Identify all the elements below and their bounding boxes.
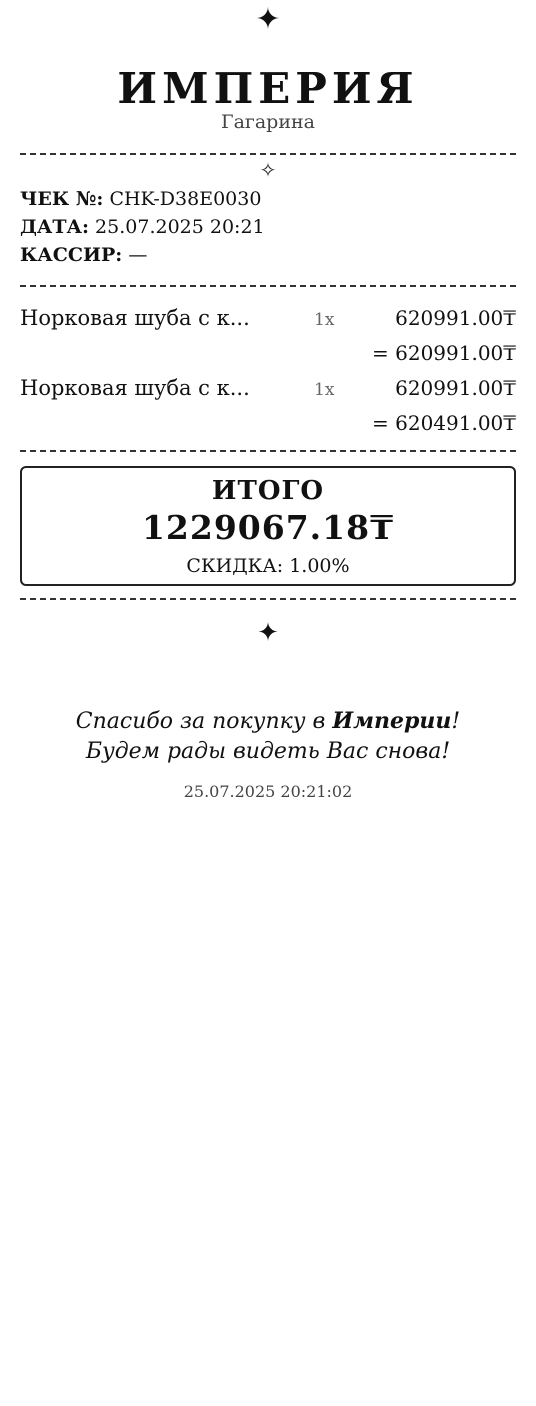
total-box: ИТОГО 1229067.18₸ СКИДКА: 1.00% (20, 466, 516, 586)
item-sum: = 620491.00₸ (372, 411, 516, 435)
thank-you-message: Спасибо за покупку в Империи! Будем рады… (20, 706, 516, 767)
divider (20, 598, 516, 600)
item-quantity: 1x (314, 310, 335, 330)
date-label: ДАТА: (20, 216, 89, 238)
thanks-brand: Империи (332, 708, 452, 734)
cashier-label: КАССИР: (20, 244, 123, 266)
see-again-line: Будем рады видеть Вас снова! (85, 739, 451, 764)
cashier-row: КАССИР: — (20, 241, 516, 269)
item-sum: = 620991.00₸ (372, 341, 516, 365)
date-value: 25.07.2025 20:21 (95, 216, 265, 238)
item-quantity: 1x (314, 380, 335, 400)
check-number-value: CHK-D38E0030 (109, 188, 262, 210)
receipt: ✦ ИМПЕРИЯ Гагарина ✧ ЧЕК №: CHK-D38E0030… (20, 0, 516, 802)
store-name: ИМПЕРИЯ (117, 64, 419, 113)
item-price: 620991.00₸ (395, 306, 516, 330)
divider (20, 153, 516, 155)
print-timestamp: 25.07.2025 20:21:02 (183, 782, 353, 801)
star-icon: ✦ (255, 2, 281, 37)
divider (20, 450, 516, 452)
item-name: Норковая шуба с к... (20, 306, 250, 330)
thank-you-line: Спасибо за покупку в Империи! (20, 706, 516, 737)
total-value: 1229067.18₸ (141, 508, 395, 547)
discount-info: СКИДКА: 1.00% (186, 555, 350, 577)
sparkle-icon: ✧ (259, 158, 277, 182)
date-row: ДАТА: 25.07.2025 20:21 (20, 213, 516, 241)
item-name: Норковая шуба с к... (20, 376, 250, 400)
total-label: ИТОГО (211, 476, 325, 506)
check-number-row: ЧЕК №: CHK-D38E0030 (20, 185, 516, 213)
store-branch: Гагарина (220, 111, 315, 133)
cashier-value: — (128, 244, 148, 266)
check-number-label: ЧЕК №: (20, 188, 104, 210)
list-item: Норковая шуба с к... 1x 620991.00₸ (20, 300, 516, 336)
thanks-suffix: ! (451, 709, 461, 734)
thanks-prefix: Спасибо за покупку в (75, 709, 333, 734)
list-item: Норковая шуба с к... 1x 620991.00₸ (20, 370, 516, 406)
receipt-meta: ЧЕК №: CHK-D38E0030 ДАТА: 25.07.2025 20:… (20, 185, 516, 269)
item-price: 620991.00₸ (395, 376, 516, 400)
items-list: Норковая шуба с к... 1x 620991.00₸ = 620… (20, 287, 516, 440)
star-icon: ✦ (257, 618, 279, 648)
